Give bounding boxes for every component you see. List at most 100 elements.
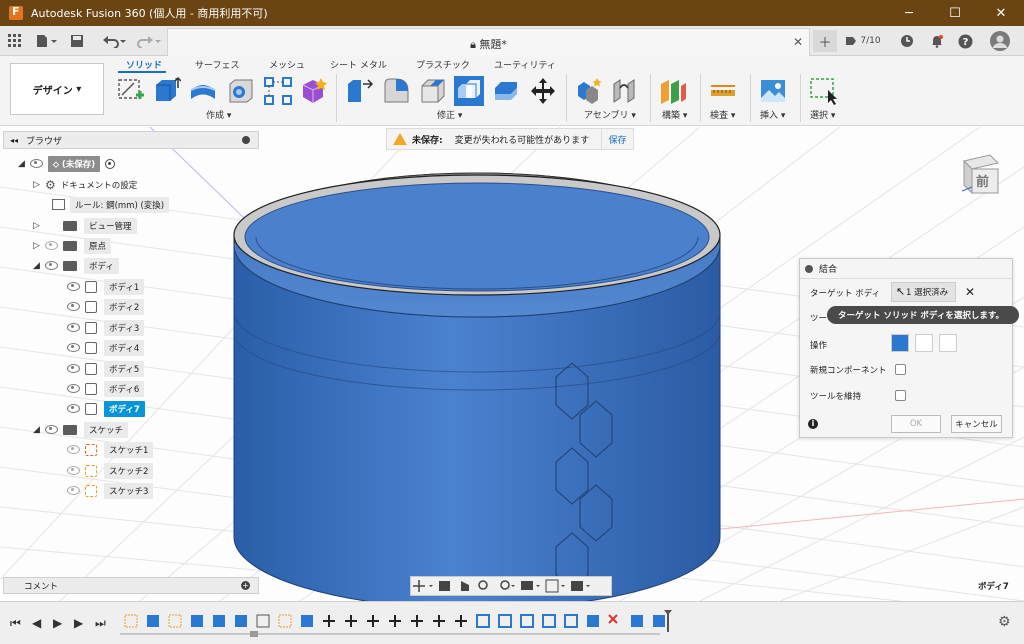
timeline-prev-icon[interactable]: ◀: [32, 616, 41, 630]
keep-tools-checkbox[interactable]: [895, 390, 906, 401]
close-window-button[interactable]: ✕: [978, 0, 1024, 26]
revolve-icon[interactable]: [188, 76, 218, 106]
group-assembly[interactable]: アセンブリ ▾: [584, 108, 636, 121]
timeline-end-icon[interactable]: ⏭: [95, 616, 106, 631]
create-form-icon[interactable]: [299, 76, 329, 106]
minimize-button[interactable]: ─: [886, 0, 932, 26]
browser-item-sketch2[interactable]: スケッチ2: [67, 462, 154, 479]
browser-item-named-views[interactable]: ▷ ビュー管理: [33, 217, 137, 234]
visibility-eye-icon[interactable]: [45, 261, 58, 270]
clear-selection-icon[interactable]: ✕: [965, 285, 975, 299]
visibility-eye-icon[interactable]: [67, 302, 80, 311]
visibility-eye-icon[interactable]: [67, 343, 80, 352]
help-icon[interactable]: ?: [954, 30, 976, 52]
file-menu-icon[interactable]: [36, 32, 58, 50]
browser-item-bodies[interactable]: ◢ ボディ: [33, 257, 119, 274]
tab-sheet-metal[interactable]: シート メタル: [330, 58, 387, 71]
workspace-switcher[interactable]: デザイン ▾: [10, 63, 104, 115]
save-link[interactable]: 保存: [601, 129, 633, 149]
offset-plane-icon[interactable]: [658, 76, 688, 106]
document-tab[interactable]: 🔒︎ 無題* ✕: [167, 28, 810, 56]
visibility-eye-icon[interactable]: [67, 466, 80, 475]
browser-item-body2[interactable]: ボディ2: [67, 298, 145, 315]
move-icon[interactable]: [528, 76, 558, 106]
browser-item-sketches[interactable]: ◢ スケッチ: [33, 421, 129, 438]
new-component-icon[interactable]: [574, 76, 604, 106]
cancel-button[interactable]: キャンセル: [951, 415, 1002, 433]
browser-item-units[interactable]: ルール: 鋼(mm) (変換): [52, 196, 170, 213]
info-icon[interactable]: i: [808, 419, 818, 429]
add-comment-icon[interactable]: +: [241, 581, 250, 590]
group-create[interactable]: 作成 ▾: [206, 108, 231, 121]
ok-button[interactable]: OK: [891, 415, 941, 433]
extrude-icon[interactable]: [151, 76, 181, 106]
chamfer-icon[interactable]: [418, 76, 448, 106]
comments-panel-header[interactable]: コメント +: [3, 577, 259, 594]
collapse-triangle-icon[interactable]: ◢: [33, 261, 45, 271]
fillet-icon[interactable]: [381, 76, 411, 106]
visibility-eye-icon[interactable]: [67, 323, 80, 332]
visibility-eye-icon[interactable]: [67, 384, 80, 393]
job-status[interactable]: 7/10: [843, 30, 883, 52]
insert-image-icon[interactable]: [758, 76, 788, 106]
close-tab-icon[interactable]: ✕: [793, 35, 803, 49]
new-component-checkbox[interactable]: [895, 364, 906, 375]
new-tab-button[interactable]: ＋: [813, 30, 837, 52]
group-insert[interactable]: 挿入 ▾: [760, 108, 785, 121]
timeline-settings-gear-icon[interactable]: ⚙: [998, 614, 1011, 630]
timeline-features[interactable]: [120, 610, 680, 638]
browser-item-body1[interactable]: ボディ1: [67, 278, 145, 295]
activate-radio-icon[interactable]: [105, 158, 116, 169]
group-construct[interactable]: 構築 ▾: [662, 108, 687, 121]
browser-item-sketch3[interactable]: スケッチ3: [67, 482, 154, 499]
browser-root[interactable]: ◢ ⬦ (未保存): [18, 155, 116, 172]
visibility-eye-icon[interactable]: [67, 282, 80, 291]
redo-icon[interactable]: [136, 32, 162, 50]
tab-utility[interactable]: ユーティリティ: [494, 58, 556, 71]
dialog-header[interactable]: 結合: [800, 259, 1012, 279]
tab-surface[interactable]: サーフェス: [195, 58, 239, 71]
visibility-eye-icon[interactable]: [67, 486, 80, 495]
pattern-icon[interactable]: [263, 76, 293, 106]
visibility-eye-icon[interactable]: [30, 159, 43, 168]
group-select[interactable]: 選択 ▾: [810, 108, 835, 121]
collapse-triangle-icon[interactable]: ◢: [33, 425, 45, 435]
maximize-button[interactable]: ☐: [932, 0, 978, 26]
user-avatar[interactable]: [988, 30, 1012, 52]
expand-triangle-icon[interactable]: ▷: [33, 180, 45, 190]
browser-panel-header[interactable]: ◂◂ ブラウザ: [3, 131, 259, 149]
shell-icon[interactable]: [491, 76, 521, 106]
tab-plastic[interactable]: プラスチック: [416, 58, 470, 71]
visibility-eye-icon[interactable]: [67, 445, 80, 454]
browser-item-origin[interactable]: ▷ 原点: [33, 237, 112, 254]
browser-item-sketch1[interactable]: スケッチ1: [67, 441, 154, 458]
cylinder-body[interactable]: [233, 172, 721, 601]
tab-mesh[interactable]: メッシュ: [269, 58, 305, 71]
group-inspect[interactable]: 検査 ▾: [710, 108, 735, 121]
press-pull-icon[interactable]: [344, 76, 374, 106]
select-icon[interactable]: [808, 76, 838, 106]
joint-icon[interactable]: [610, 76, 640, 106]
browser-item-body5[interactable]: ボディ5: [67, 360, 145, 377]
cut-operation-button[interactable]: [915, 334, 933, 352]
combine-icon[interactable]: [454, 76, 484, 106]
view-cube[interactable]: 前: [958, 151, 1002, 197]
clock-icon[interactable]: [896, 30, 918, 52]
expand-triangle-icon[interactable]: ▷: [33, 221, 45, 231]
browser-minimize-icon[interactable]: [242, 136, 250, 144]
target-body-selector[interactable]: ↖ 1 選択済み: [891, 282, 956, 302]
join-operation-button[interactable]: [891, 334, 909, 352]
save-icon[interactable]: [70, 32, 84, 50]
hole-icon[interactable]: [226, 76, 256, 106]
collapse-triangle-icon[interactable]: ◢: [18, 159, 30, 169]
group-modify[interactable]: 修正 ▾: [437, 108, 462, 121]
app-grid-icon[interactable]: [8, 32, 22, 50]
browser-item-body4[interactable]: ボディ4: [67, 339, 145, 356]
browser-item-body3[interactable]: ボディ3: [67, 319, 145, 336]
dialog-collapse-icon[interactable]: [805, 264, 813, 273]
timeline-play-icon[interactable]: ▶: [53, 616, 62, 630]
notification-bell-icon[interactable]: [926, 30, 948, 52]
create-sketch-icon[interactable]: [116, 76, 146, 106]
browser-item-body6[interactable]: ボディ6: [67, 380, 145, 397]
intersect-operation-button[interactable]: [939, 334, 957, 352]
